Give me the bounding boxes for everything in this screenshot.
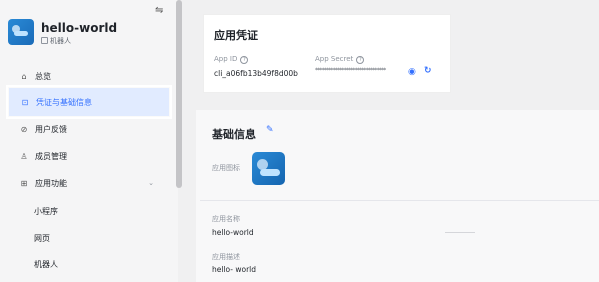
eye-icon[interactable]: ◉ [408,67,416,77]
sidebar-subitem-miniprogram[interactable]: 小程序 [34,206,58,217]
sidebar-item-label: 总览 [35,71,51,81]
basic-info-card [196,110,599,282]
collapse-sidebar-icon[interactable]: ⇋ [155,5,163,16]
sidebar-item-label: 成员管理 [35,151,67,161]
app-type: 机器人 [41,36,71,46]
basic-info-title: 基础信息 [212,128,256,141]
user-icon: ♙ [20,151,28,161]
credential-icon: ⊡ [21,97,29,107]
sidebar-item-label: 凭证与基础信息 [36,97,92,107]
sidebar: ⇋ hello-world 机器人 ⌂ 总览 ⊡ 凭证与基础信息 ⊘ 用户反馈 … [0,0,178,282]
robot-icon [41,37,48,44]
app-name-label: 应用名称 [212,215,240,223]
home-icon: ⌂ [21,71,27,81]
sidebar-subitem-webpage[interactable]: 网页 [34,233,50,244]
sidebar-item-credentials[interactable]: ⊡ 凭证与基础信息 [8,87,170,117]
credentials-title: 应用凭证 [214,29,258,42]
chevron-down-icon: ⌄ [148,179,154,187]
feedback-icon: ⊘ [20,124,28,134]
grid-icon: ⊞ [20,178,28,188]
credentials-card: 应用凭证 App ID? cli_a06fb13b49f8d00b App Se… [204,15,450,92]
app-avatar [8,19,34,45]
app-name: hello-world [41,21,118,35]
sidebar-subitem-bot[interactable]: 机器人 [34,259,58,270]
sidebar-item-feedback[interactable]: ⊘ 用户反馈 [8,114,168,144]
sidebar-item-label: 应用功能 [35,178,67,188]
divider [445,232,475,233]
sidebar-item-members[interactable]: ♙ 成员管理 [8,141,168,171]
sidebar-gutter [182,0,186,282]
app-id-label-wrap: App ID? [214,55,249,64]
app-name-value: hello-world [212,228,254,237]
app-secret-value: ******************************** [315,67,386,74]
app-icon-label: 应用图标 [212,164,240,172]
app-icon-image[interactable] [252,152,285,185]
app-type-label: 机器人 [50,37,71,45]
app-id-label: App ID [214,55,238,63]
sidebar-item-features[interactable]: ⊞ 应用功能 ⌄ [8,168,168,198]
sidebar-item-label: 用户反馈 [35,124,67,134]
help-icon[interactable]: ? [356,56,365,64]
edit-icon[interactable]: ✎ [266,125,274,135]
app-desc-value: hello- world [212,265,257,274]
help-icon[interactable]: ? [240,56,249,64]
refresh-icon[interactable]: ↻ [424,66,432,76]
app-secret-label: App Secret [315,55,354,63]
app-id-value: cli_a06fb13b49f8d00b [214,69,298,78]
app-secret-label-wrap: App Secret? [315,55,365,64]
app-desc-label: 应用描述 [212,253,240,261]
divider [200,200,599,201]
